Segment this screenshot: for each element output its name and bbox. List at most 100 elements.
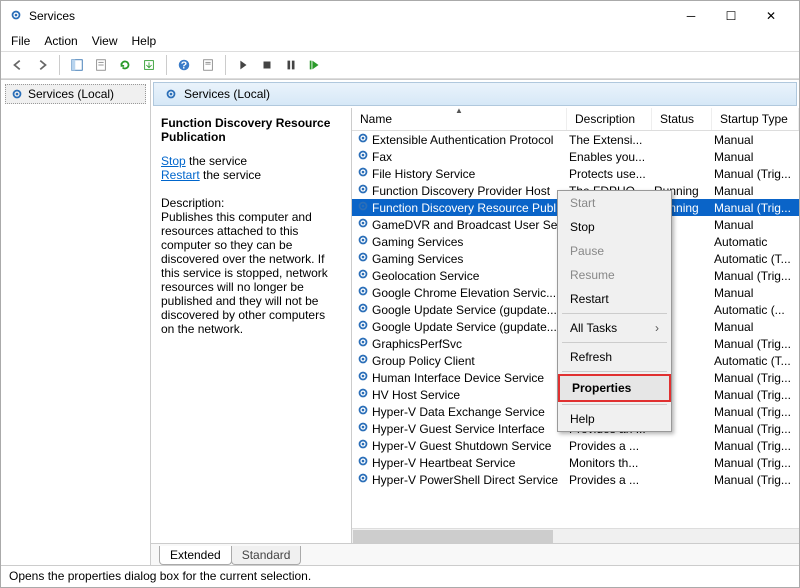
gear-icon [356, 199, 370, 216]
service-name: Human Interface Device Service [370, 371, 569, 385]
ctx-pause: Pause [558, 239, 671, 263]
gear-icon [356, 182, 370, 199]
ctx-help[interactable]: Help [558, 407, 671, 431]
properties-button[interactable] [197, 54, 219, 76]
selected-service-name: Function Discovery Resource Publication [161, 116, 341, 144]
service-startup: Manual [714, 320, 799, 334]
service-row[interactable]: Hyper-V Guest Shutdown ServiceProvides a… [352, 437, 799, 454]
service-name: Hyper-V Guest Shutdown Service [370, 439, 569, 453]
refresh-button[interactable] [114, 54, 136, 76]
ctx-refresh[interactable]: Refresh [558, 345, 671, 369]
gear-icon [356, 267, 370, 284]
gear-icon [356, 369, 370, 386]
service-startup: Manual [714, 133, 799, 147]
menu-view[interactable]: View [92, 34, 118, 48]
ctx-all-tasks[interactable]: All Tasks [558, 316, 671, 340]
menu-bar: File Action View Help [1, 31, 799, 51]
title-bar: Services ─ ☐ ✕ [1, 1, 799, 31]
menu-help[interactable]: Help [132, 34, 157, 48]
service-name: Hyper-V Guest Service Interface [370, 422, 569, 436]
column-description[interactable]: Description [567, 108, 652, 130]
service-startup: Manual [714, 150, 799, 164]
tree-item-services-local[interactable]: Services (Local) [5, 84, 146, 104]
service-startup: Manual (Trig... [714, 456, 799, 470]
service-row[interactable]: Extensible Authentication ProtocolThe Ex… [352, 131, 799, 148]
tree-item-label: Services (Local) [28, 87, 114, 101]
services-icon [9, 8, 23, 25]
service-name: Gaming Services [370, 235, 569, 249]
main-content: Services (Local) Services (Local) Functi… [1, 79, 799, 565]
column-startup-type[interactable]: Startup Type [712, 108, 799, 130]
gear-icon [356, 284, 370, 301]
menu-action[interactable]: Action [44, 34, 77, 48]
gear-icon [10, 87, 24, 101]
service-startup: Manual [714, 286, 799, 300]
service-row[interactable]: Hyper-V PowerShell Direct ServiceProvide… [352, 471, 799, 488]
close-button[interactable]: ✕ [751, 2, 791, 30]
stop-service-button[interactable] [256, 54, 278, 76]
gear-icon [356, 335, 370, 352]
service-startup: Automatic (T... [714, 252, 799, 266]
ctx-restart[interactable]: Restart [558, 287, 671, 311]
start-service-button[interactable] [232, 54, 254, 76]
menu-file[interactable]: File [11, 34, 30, 48]
pause-service-button[interactable] [280, 54, 302, 76]
sort-asc-icon: ▲ [455, 106, 463, 115]
service-startup: Manual (Trig... [714, 439, 799, 453]
gear-icon [356, 403, 370, 420]
service-description: Protects use... [569, 167, 654, 181]
service-name: File History Service [370, 167, 569, 181]
export-list-button[interactable] [90, 54, 112, 76]
service-startup: Manual [714, 184, 799, 198]
service-detail: Function Discovery Resource Publication … [151, 108, 351, 543]
column-name[interactable]: ▲Name [352, 108, 567, 130]
service-name: GameDVR and Broadcast User Se... [370, 218, 569, 232]
tab-extended[interactable]: Extended [159, 546, 232, 565]
gear-icon [356, 216, 370, 233]
gear-icon [356, 250, 370, 267]
ctx-properties[interactable]: Properties [558, 374, 671, 402]
service-startup: Manual (Trig... [714, 337, 799, 351]
service-startup: Automatic (... [714, 303, 799, 317]
service-description: Enables you... [569, 150, 654, 164]
service-name: Gaming Services [370, 252, 569, 266]
panel-header-label: Services (Local) [184, 87, 270, 101]
service-name: Fax [370, 150, 569, 164]
service-startup: Automatic (T... [714, 354, 799, 368]
console-tree[interactable]: Services (Local) [1, 80, 151, 565]
view-tabs: Extended Standard [151, 543, 799, 565]
ctx-resume: Resume [558, 263, 671, 287]
column-status[interactable]: Status [652, 108, 712, 130]
services-list[interactable]: ▲Name Description Status Startup Type Ex… [351, 108, 799, 543]
stop-service-link[interactable]: Stop [161, 154, 186, 168]
maximize-button[interactable]: ☐ [711, 2, 751, 30]
service-row[interactable]: Hyper-V Heartbeat ServiceMonitors th...M… [352, 454, 799, 471]
service-name: Function Discovery Provider Host [370, 184, 569, 198]
gear-icon [356, 386, 370, 403]
service-description: Provides a ... [569, 473, 654, 487]
gear-icon [356, 148, 370, 165]
export-button[interactable] [138, 54, 160, 76]
description-label: Description: [161, 196, 341, 210]
restart-service-link[interactable]: Restart [161, 168, 200, 182]
status-bar: Opens the properties dialog box for the … [1, 565, 799, 587]
toolbar: ? [1, 51, 799, 79]
forward-button[interactable] [31, 54, 53, 76]
tab-standard[interactable]: Standard [231, 546, 302, 565]
gear-icon [356, 165, 370, 182]
service-startup: Manual (Trig... [714, 388, 799, 402]
description-text: Publishes this computer and resources at… [161, 210, 341, 336]
window-title: Services [29, 9, 671, 23]
horizontal-scrollbar[interactable] [352, 528, 799, 543]
show-hide-tree-button[interactable] [66, 54, 88, 76]
minimize-button[interactable]: ─ [671, 2, 711, 30]
restart-service-button[interactable] [304, 54, 326, 76]
service-row[interactable]: FaxEnables you... Manual [352, 148, 799, 165]
back-button[interactable] [7, 54, 29, 76]
ctx-stop[interactable]: Stop [558, 215, 671, 239]
service-row[interactable]: File History ServiceProtects use...Manua… [352, 165, 799, 182]
gear-icon [356, 131, 370, 148]
service-name: Geolocation Service [370, 269, 569, 283]
help-button[interactable]: ? [173, 54, 195, 76]
gear-icon [356, 301, 370, 318]
